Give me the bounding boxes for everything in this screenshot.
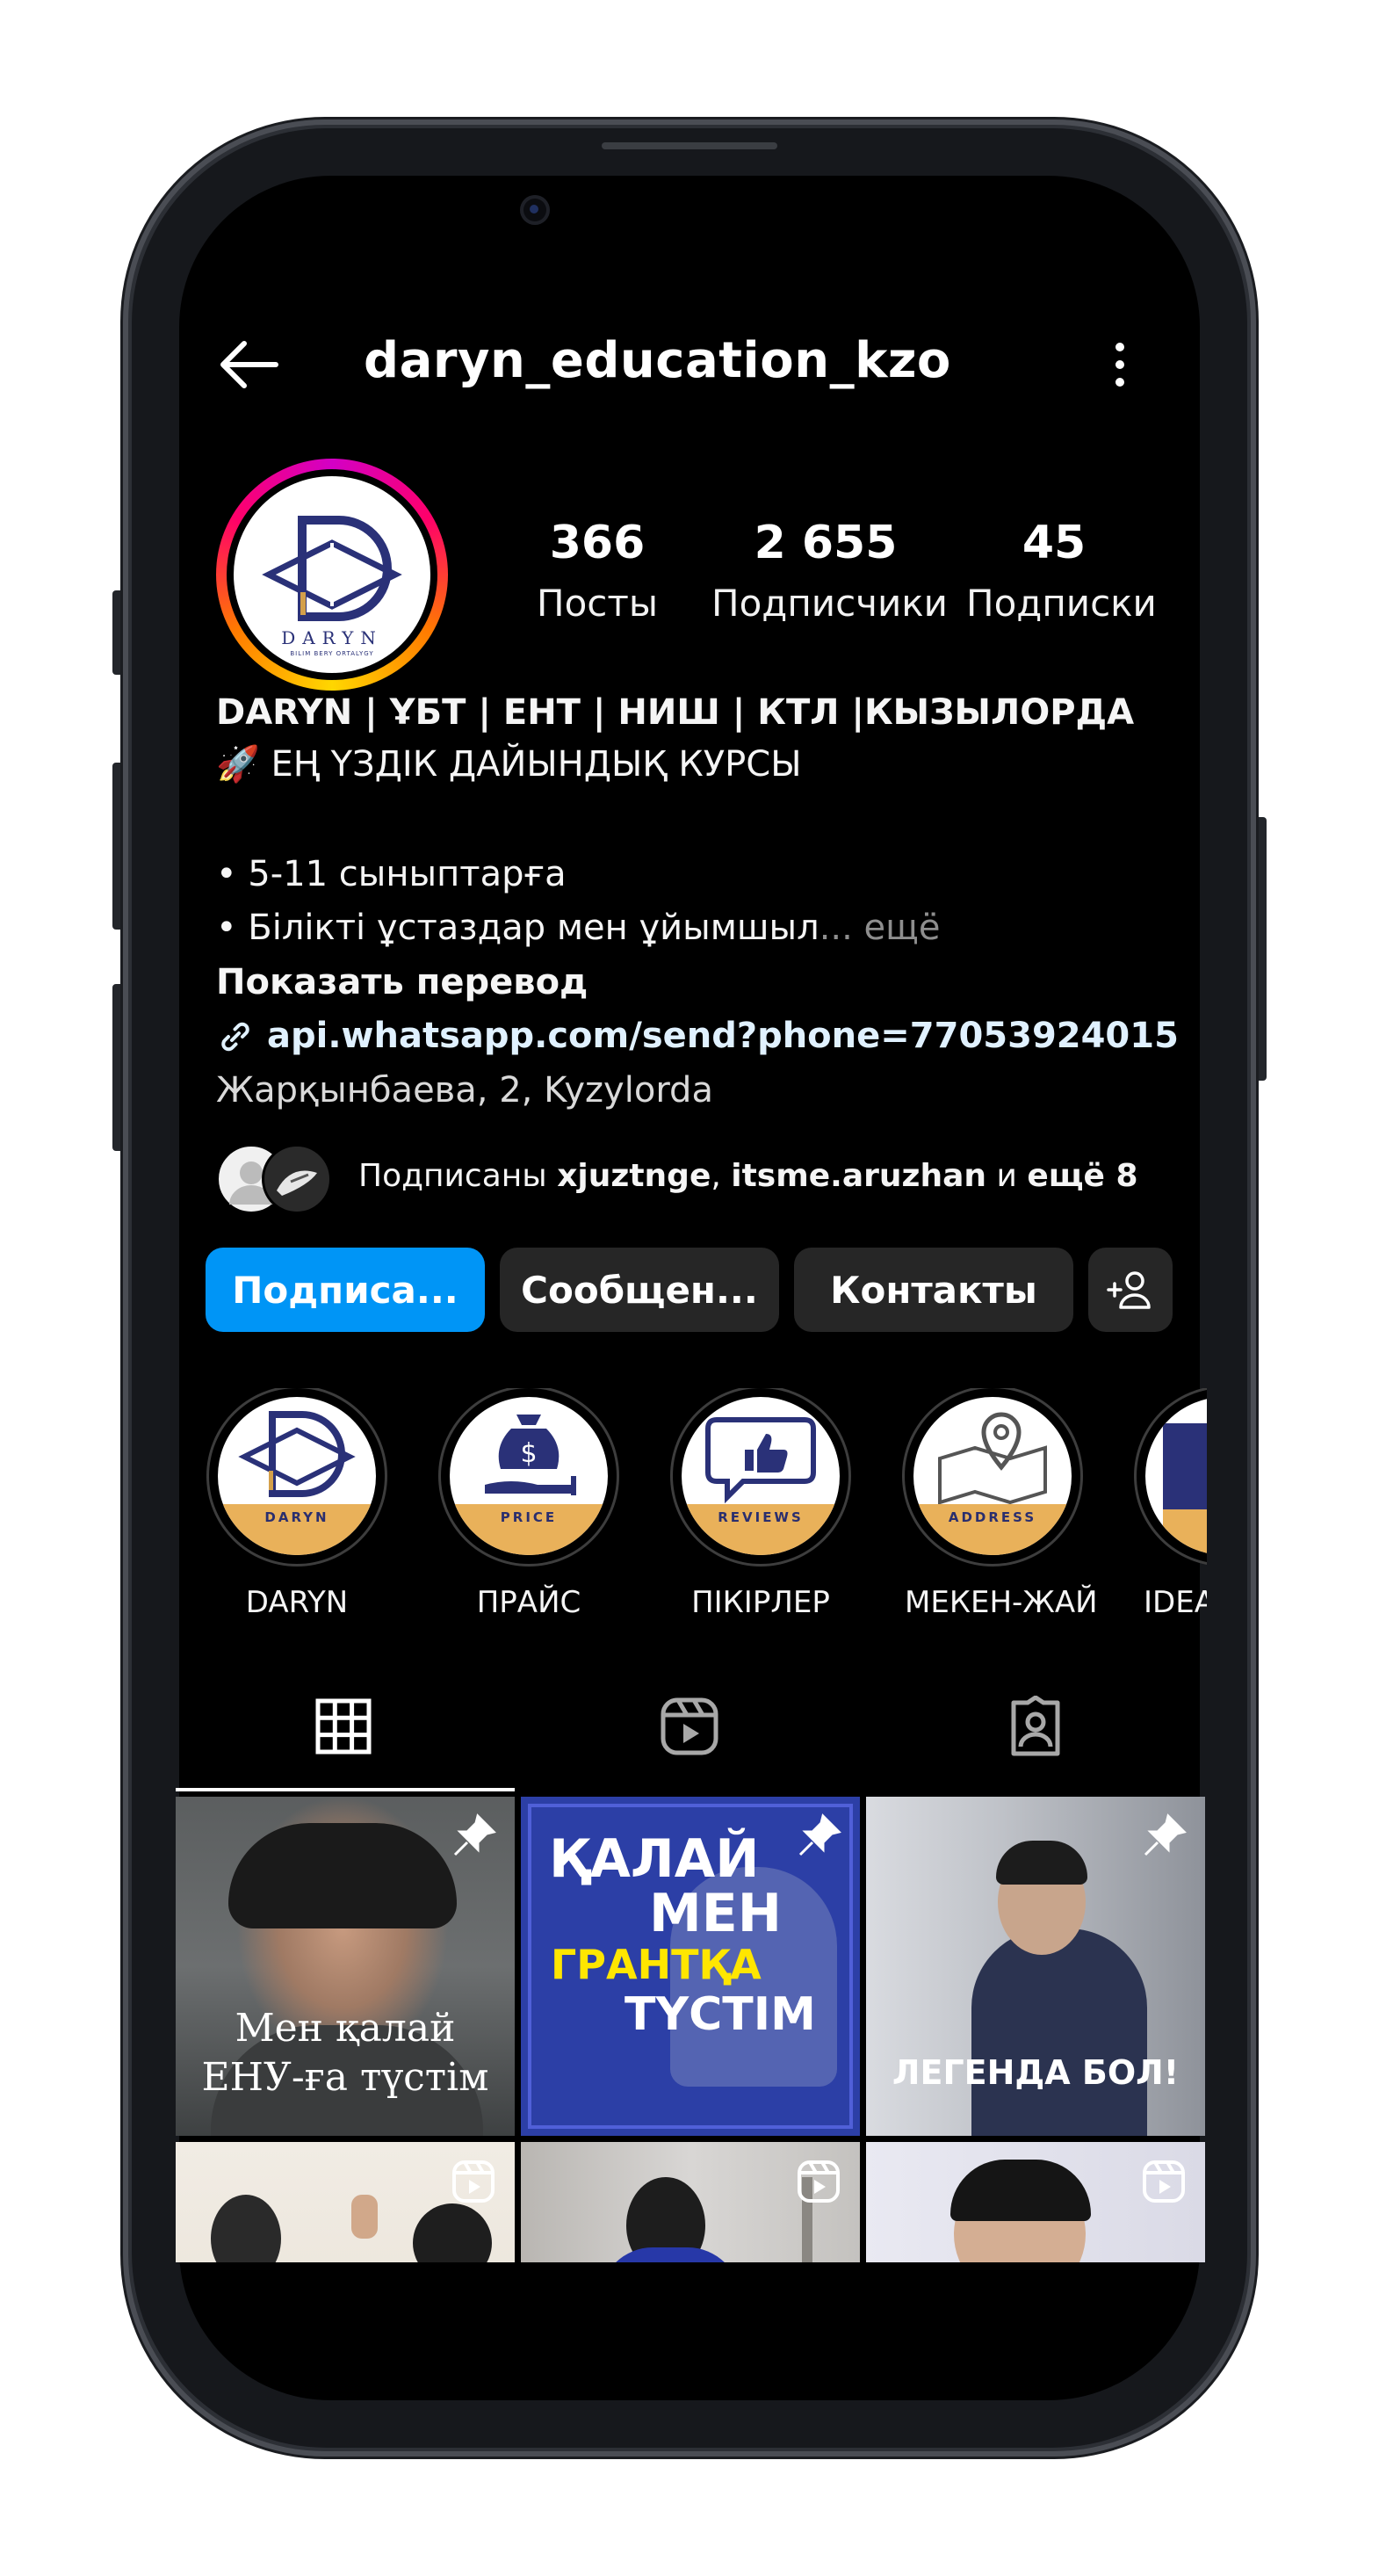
contacts-button[interactable]: Контакты: [794, 1248, 1073, 1332]
stat-posts-count: 366: [549, 517, 646, 569]
post-1-caption-line-2: ЕНУ-ға түстім: [201, 2055, 489, 2100]
reel-icon: [798, 2160, 840, 2203]
stat-followers[interactable]: 2 655 Подписчики: [711, 517, 948, 625]
post-2-line-4: ТҮСТІМ: [625, 1988, 816, 2041]
stat-following[interactable]: 45 Подписки: [966, 517, 1157, 625]
followed-by-text[interactable]: Подписаны xjuztnge, itsme.aruzhan и ещё …: [358, 1158, 1138, 1194]
highlight-price[interactable]: $ PRICE ПРАЙС: [441, 1388, 617, 1620]
thumbs-up-bubble-icon: [705, 1417, 816, 1504]
stat-posts-label: Посты: [537, 582, 658, 625]
post-tile-3[interactable]: ЛЕГЕНДА БОЛ!: [866, 1797, 1205, 2136]
bio-website-link[interactable]: api.whatsapp.com/send?phone=77053924015: [267, 1016, 1179, 1056]
active-tab-indicator: [176, 1788, 515, 1791]
idea-cover-icon: [1163, 1423, 1207, 1555]
followed-by-user-2[interactable]: itsme.aruzhan: [731, 1158, 986, 1194]
highlight-idea[interactable]: IDEA: [1137, 1388, 1207, 1620]
profile-name: DARYN | ҰБТ | ЕНТ | НИШ | КТЛ |КЫЗЫЛОРДА: [216, 692, 1135, 733]
avatar-logo-subtext: BILIM BERY ORTALYGY: [290, 650, 374, 657]
bio-more-link[interactable]: ... ещё: [819, 908, 941, 948]
post-tile-6[interactable]: [866, 2142, 1205, 2262]
highlight-address-band: ADDRESS: [913, 1504, 1072, 1555]
post-2-line-1: ҚАЛАЙ: [549, 1828, 760, 1890]
highlight-address[interactable]: ADDRESS МЕКЕН-ЖАЙ: [905, 1388, 1098, 1620]
post-tile-2[interactable]: ҚАЛАЙ МЕН ГРАНТҚА ТҮСТІМ: [521, 1797, 860, 2136]
followed-by-rest[interactable]: ещё 8: [1027, 1158, 1137, 1194]
stat-following-count: 45: [1022, 517, 1087, 569]
post-1-caption-line-1: Мен қалай: [235, 2006, 456, 2051]
earpiece-speaker: [602, 142, 777, 149]
svg-text:$: $: [520, 1438, 537, 1469]
daryn-logo-icon: [238, 1411, 356, 1497]
highlight-daryn[interactable]: DARYN DARYN: [209, 1388, 385, 1620]
reels-tab-icon[interactable]: [659, 1696, 720, 1757]
stat-posts[interactable]: 366 Посты: [527, 517, 668, 625]
link-icon: [221, 1022, 249, 1052]
reel-icon: [1143, 2160, 1185, 2203]
highlight-daryn-label: DARYN: [245, 1585, 349, 1620]
pinned-icon: [798, 1813, 841, 1856]
post-2-line-3: ГРАНТҚА: [551, 1941, 762, 1988]
bio-link-row[interactable]: api.whatsapp.com/send?phone=77053924015: [216, 1016, 1179, 1056]
post-3-caption: ЛЕГЕНДА БОЛ!: [892, 2053, 1180, 2092]
add-person-icon: [1107, 1271, 1151, 1309]
suggested-users-button[interactable]: [1088, 1248, 1173, 1332]
post-tile-5[interactable]: [521, 2142, 860, 2262]
stat-following-label: Подписки: [966, 582, 1157, 625]
more-options-icon[interactable]: [1107, 338, 1133, 391]
highlights-row: DARYN DARYN $ PRICE ПРАЙС REVIEWS ПІКІРЛ…: [202, 1388, 1207, 1652]
followed-by-separator: ,: [711, 1158, 732, 1194]
follower-avatar-2: [262, 1144, 332, 1214]
power-button: [1254, 817, 1267, 1081]
mutual-followers-avatars[interactable]: [216, 1144, 339, 1214]
grid-tab-icon[interactable]: [313, 1696, 374, 1757]
highlight-idea-label: IDEA: [1144, 1585, 1207, 1620]
follow-button[interactable]: Подписа...: [206, 1248, 485, 1332]
bio-bullet-2: • Білікті ұстаздар мен ұйымшыл... ещё: [216, 908, 940, 948]
post-2-line-2: МЕН: [649, 1883, 782, 1944]
bio-bullet-2-text: • Білікті ұстаздар мен ұйымшыл: [216, 908, 819, 948]
profile-avatar[interactable]: DARYN BILIM BERY ORTALYGY: [216, 459, 448, 691]
highlight-address-label: МЕКЕН-ЖАЙ: [905, 1585, 1098, 1620]
message-button[interactable]: Сообщен...: [500, 1248, 779, 1332]
pinned-icon: [1144, 1813, 1187, 1856]
post-tile-4[interactable]: [176, 2142, 515, 2262]
avatar-logo-text: DARYN: [281, 627, 383, 648]
bio-address[interactable]: Жарқынбаева, 2, Kyzylorda: [216, 1070, 713, 1111]
bio-bullet-1: • 5-11 сыныптарға: [216, 854, 567, 894]
followed-by-prefix: Подписаны: [358, 1158, 558, 1194]
highlight-reviews[interactable]: REVIEWS ПІКІРЛЕР: [673, 1388, 848, 1620]
highlight-price-band: PRICE: [450, 1504, 608, 1555]
post-tile-1[interactable]: Мен қалай ЕНУ-ға түстім: [176, 1797, 515, 2136]
pinned-icon: [453, 1813, 496, 1856]
profile-username: daryn_education_kzo: [364, 332, 951, 389]
highlight-price-label: ПРАЙС: [476, 1585, 581, 1620]
money-bag-icon: $: [485, 1415, 576, 1495]
back-arrow-icon[interactable]: [218, 338, 279, 391]
highlight-daryn-band: DARYN: [218, 1504, 376, 1555]
show-translation-link[interactable]: Показать перевод: [216, 962, 588, 1002]
front-camera: [520, 195, 550, 225]
followed-by-user-1[interactable]: xjuztnge: [557, 1158, 711, 1194]
stat-followers-label: Подписчики: [711, 582, 948, 625]
bio-tagline: 🚀 ЕҢ ҮЗДІК ДАЙЫНДЫҚ КУРСЫ: [216, 744, 802, 785]
reel-icon: [452, 2160, 495, 2203]
tagged-tab-icon[interactable]: [1005, 1696, 1066, 1757]
map-pin-icon: [938, 1412, 1047, 1505]
highlight-reviews-band: REVIEWS: [682, 1504, 840, 1555]
followed-by-and: и: [986, 1158, 1028, 1194]
posts-grid: Мен қалай ЕНУ-ға түстім ҚАЛАЙ МЕН ГРАНТҚ…: [176, 1797, 1205, 2262]
highlight-reviews-label: ПІКІРЛЕР: [691, 1585, 830, 1620]
stat-followers-count: 2 655: [754, 517, 898, 569]
